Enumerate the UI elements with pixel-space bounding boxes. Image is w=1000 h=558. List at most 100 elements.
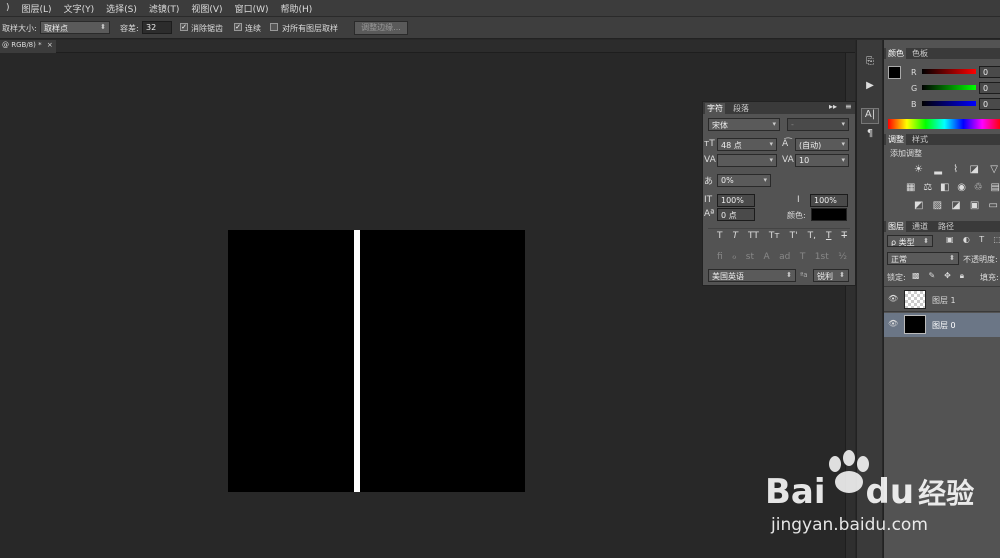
- baseline-shift-input[interactable]: 0 点: [717, 208, 755, 221]
- document-tab[interactable]: @ RGB/8) * ×: [0, 40, 56, 53]
- paragraph-icon[interactable]: ¶: [862, 128, 878, 144]
- menu-item-layer[interactable]: 图层(L): [16, 2, 58, 15]
- blue-slider[interactable]: [922, 101, 976, 106]
- brightness-icon[interactable]: ☀: [914, 164, 923, 178]
- character-icon[interactable]: A|: [861, 108, 879, 124]
- color-lookup-icon[interactable]: ▤: [990, 182, 999, 196]
- all-layers-checkbox[interactable]: [270, 23, 278, 31]
- faux-italic-button[interactable]: T: [733, 231, 739, 243]
- menu-item-select[interactable]: 选择(S): [100, 2, 143, 15]
- layer-name[interactable]: 图层 1: [932, 295, 956, 306]
- green-slider[interactable]: [922, 85, 976, 90]
- tab-paths[interactable]: 路径: [938, 221, 954, 232]
- ligature-button[interactable]: fi: [717, 252, 723, 264]
- curves-icon[interactable]: ⌇: [953, 164, 958, 178]
- actions-icon[interactable]: ▶: [862, 80, 878, 96]
- language-dropdown[interactable]: 美国英语 ⬍: [708, 269, 796, 282]
- blend-mode-dropdown[interactable]: 正常 ⬍: [887, 252, 959, 265]
- tab-swatches[interactable]: 色板: [912, 48, 928, 59]
- vertical-scale-input[interactable]: 100%: [717, 194, 755, 207]
- refine-edge-button[interactable]: 调整边缘...: [354, 21, 408, 35]
- lock-pixels-icon[interactable]: ✎: [928, 271, 935, 283]
- type-filter-icon[interactable]: T: [979, 235, 984, 247]
- kerning-dropdown[interactable]: ▾: [717, 154, 777, 167]
- color-balance-icon[interactable]: ⚖: [923, 182, 932, 196]
- tsume-dropdown[interactable]: 0% ▾: [717, 174, 771, 187]
- tab-paragraph[interactable]: 段落: [733, 103, 749, 114]
- layer-row-selected[interactable]: 👁︎ 图层 0: [884, 313, 1000, 337]
- fractions-button[interactable]: ½: [838, 252, 847, 264]
- menu-item-view[interactable]: 视图(V): [185, 2, 228, 15]
- layer-name[interactable]: 图层 0: [932, 320, 956, 331]
- antialias-dropdown[interactable]: 锐利 ⬍: [813, 269, 849, 282]
- tracking-dropdown[interactable]: 10 ▾: [795, 154, 849, 167]
- ordinals-button[interactable]: 1st: [815, 252, 829, 264]
- close-icon[interactable]: ×: [47, 41, 53, 49]
- all-caps-button[interactable]: TT: [748, 231, 759, 243]
- hue-saturation-icon[interactable]: ▦: [906, 182, 915, 196]
- invert-icon[interactable]: ◩: [914, 200, 923, 214]
- horizontal-scale-input[interactable]: 100%: [810, 194, 848, 207]
- antialias-checkbox[interactable]: ✓: [180, 23, 188, 31]
- selective-color-icon[interactable]: ▣: [970, 200, 979, 214]
- posterize-icon[interactable]: ▨: [933, 200, 942, 214]
- panel-menu-icon[interactable]: ≡: [845, 102, 852, 111]
- tab-character[interactable]: 字符: [705, 103, 725, 114]
- pixel-filter-icon[interactable]: ▣: [946, 235, 954, 247]
- swash-button[interactable]: st: [746, 252, 754, 264]
- tab-adjustments[interactable]: 调整: [886, 134, 906, 145]
- menu-item-type[interactable]: 文字(Y): [58, 2, 101, 15]
- menu-item-filter[interactable]: 滤镜(T): [143, 2, 186, 15]
- tolerance-input[interactable]: 32: [142, 21, 172, 34]
- black-white-icon[interactable]: ◧: [940, 182, 949, 196]
- tab-styles[interactable]: 样式: [912, 134, 928, 145]
- leading-dropdown[interactable]: (自动) ▾: [795, 138, 849, 151]
- photo-filter-icon[interactable]: ◉: [957, 182, 966, 196]
- canvas-document[interactable]: [228, 230, 525, 492]
- ornaments-button[interactable]: T: [800, 252, 806, 264]
- adjustment-filter-icon[interactable]: ◐: [963, 235, 970, 247]
- text-color-swatch[interactable]: [811, 208, 847, 221]
- underline-button[interactable]: T: [826, 231, 832, 243]
- history-icon[interactable]: ⎘: [862, 56, 878, 72]
- visibility-eye-icon[interactable]: 👁︎: [888, 319, 898, 328]
- lock-transparent-icon[interactable]: ▩: [912, 271, 920, 283]
- lock-position-icon[interactable]: ✥: [944, 271, 951, 283]
- menu-item-window[interactable]: 窗口(W): [229, 2, 275, 15]
- gradient-map-icon[interactable]: ▭: [989, 200, 998, 214]
- collapse-icon[interactable]: ▸▸: [829, 102, 837, 111]
- red-slider[interactable]: [922, 69, 976, 74]
- subscript-button[interactable]: T,: [808, 231, 816, 243]
- red-value-input[interactable]: 0: [979, 66, 1000, 78]
- contiguous-checkbox[interactable]: ✓: [234, 23, 242, 31]
- channel-mixer-icon[interactable]: ♲: [974, 182, 983, 196]
- tab-color[interactable]: 颜色: [886, 48, 906, 59]
- foreground-color-swatch[interactable]: [888, 66, 901, 79]
- exposure-icon[interactable]: ◪: [970, 164, 979, 178]
- lock-all-icon[interactable]: 🔒︎: [960, 271, 964, 283]
- faux-bold-button[interactable]: T: [717, 231, 723, 243]
- stylistic-alternates-button[interactable]: A: [763, 252, 769, 264]
- color-spectrum-ramp[interactable]: [888, 119, 1000, 129]
- tab-channels[interactable]: 通道: [912, 221, 928, 232]
- menu-item-help[interactable]: 帮助(H): [274, 2, 318, 15]
- green-value-input[interactable]: 0: [979, 82, 1000, 94]
- font-family-dropdown[interactable]: 宋体 ▾: [708, 118, 780, 131]
- menu-item-edit[interactable]: ): [0, 3, 16, 13]
- visibility-eye-icon[interactable]: 👁︎: [888, 294, 898, 303]
- vibrance-icon[interactable]: ▽: [990, 164, 998, 178]
- blue-value-input[interactable]: 0: [979, 98, 1000, 110]
- tab-layers[interactable]: 图层: [886, 221, 906, 232]
- threshold-icon[interactable]: ◪: [951, 200, 960, 214]
- levels-icon[interactable]: ▂: [934, 164, 942, 178]
- layer-row[interactable]: 👁︎ 图层 1: [884, 288, 1000, 312]
- discretionary-ligature-button[interactable]: ℴ: [732, 252, 736, 264]
- layer-filter-dropdown[interactable]: ρ 类型 ⬍: [887, 235, 933, 247]
- sample-size-dropdown[interactable]: 取样点 ⬍: [40, 21, 110, 34]
- small-caps-button[interactable]: Tт: [769, 231, 780, 243]
- superscript-button[interactable]: T': [790, 231, 798, 243]
- font-size-dropdown[interactable]: 48 点 ▾: [717, 138, 777, 151]
- titling-alternates-button[interactable]: ad: [779, 252, 790, 264]
- strikethrough-button[interactable]: T: [841, 231, 847, 243]
- shape-filter-icon[interactable]: ⬚: [993, 235, 1000, 247]
